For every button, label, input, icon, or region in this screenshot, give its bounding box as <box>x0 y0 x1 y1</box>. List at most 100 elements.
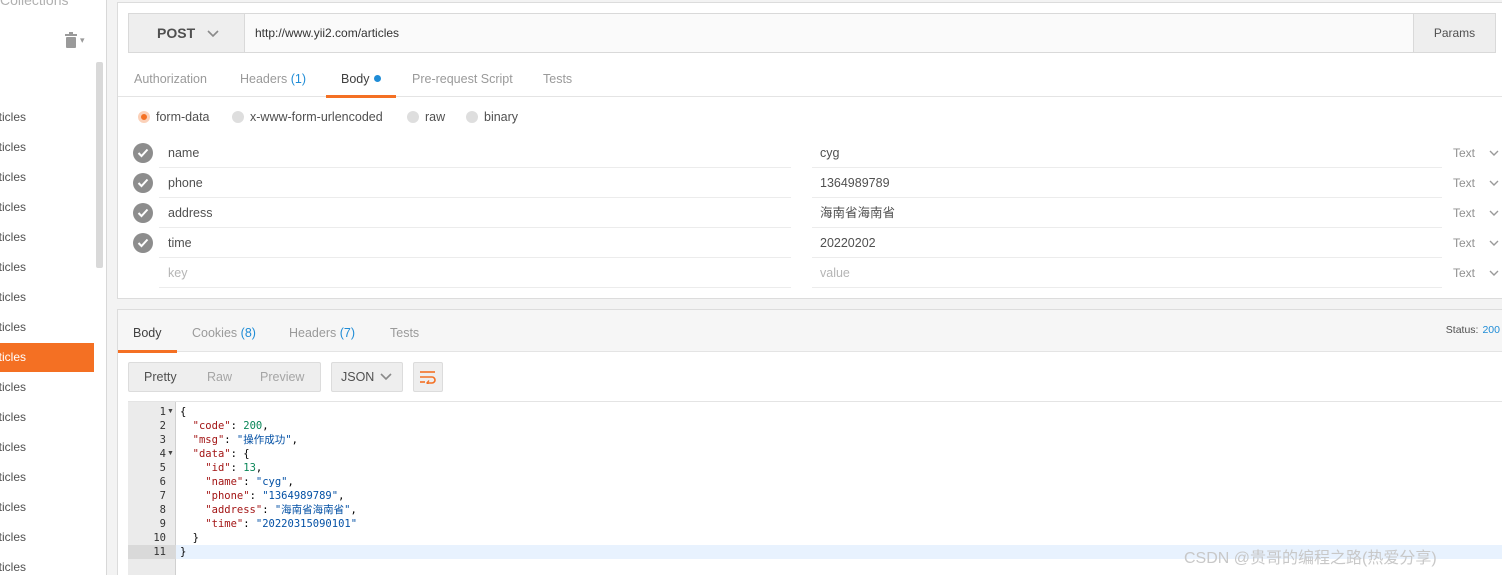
body-type-form-data[interactable]: form-data <box>138 107 210 127</box>
body-type-raw[interactable]: raw <box>407 107 445 127</box>
method-label: POST <box>157 25 196 41</box>
new-value-field[interactable]: value <box>812 258 1442 288</box>
code-line: "address": "海南省海南省", <box>205 504 357 516</box>
sidebar-item[interactable]: articles <box>0 433 94 462</box>
sidebar-item[interactable]: articles <box>0 283 94 312</box>
radio-icon <box>407 111 419 123</box>
chevron-down-icon <box>1489 206 1499 220</box>
sidebar-item-label: articles <box>0 380 27 394</box>
check-icon <box>137 208 149 218</box>
tab-headers[interactable]: Headers (1) <box>240 61 306 97</box>
value-type-select[interactable]: Text <box>1453 258 1499 288</box>
response-tab-cookies[interactable]: Cookies (8) <box>192 310 256 352</box>
sidebar-item[interactable]: articles <box>0 403 94 432</box>
method-select[interactable]: POST <box>129 14 245 52</box>
row-enabled-checkbox[interactable] <box>133 233 153 253</box>
fold-arrow-icon[interactable]: ▼ <box>167 405 174 419</box>
value-type-select[interactable]: Text <box>1453 228 1499 258</box>
sidebar-item[interactable]: articles <box>0 253 94 282</box>
url-input[interactable] <box>245 14 1413 52</box>
value-field[interactable]: 20220202 <box>812 228 1442 258</box>
view-mode-pretty[interactable]: Pretty <box>144 363 177 391</box>
sidebar-item[interactable]: articles <box>0 133 94 162</box>
response-status: Status: 200 <box>1446 324 1500 336</box>
url-bar: POST Params <box>128 13 1496 53</box>
wrap-lines-button[interactable] <box>413 362 443 392</box>
chevron-down-icon: ▾ <box>80 34 85 45</box>
check-icon <box>137 238 149 248</box>
tab-count: (8) <box>240 326 256 340</box>
new-key-field[interactable]: key <box>159 258 791 288</box>
sidebar-item[interactable]: articles <box>0 373 94 402</box>
watermark: CSDN @贵哥的编程之路(热爱分享) <box>1184 550 1437 567</box>
line-number: 10 <box>153 532 166 544</box>
code-line: "code": 200, <box>192 420 269 432</box>
response-panel: Status: 200 Body Cookies (8) Headers (7) Tes… <box>117 309 1502 575</box>
view-mode-preview[interactable]: Preview <box>260 363 304 391</box>
response-tab-body[interactable]: Body <box>118 310 176 353</box>
sidebar-item-label: articles <box>0 200 27 214</box>
trash-icon <box>65 32 77 48</box>
key-field[interactable]: name <box>159 138 791 168</box>
form-data-row: address 海南省海南省 Text <box>118 198 1502 228</box>
value-field[interactable]: 1364989789 <box>812 168 1442 198</box>
response-tab-headers[interactable]: Headers (7) <box>289 310 355 352</box>
tab-count: (7) <box>339 326 356 340</box>
params-button[interactable]: Params <box>1413 14 1495 52</box>
value-field[interactable]: cyg <box>812 138 1442 168</box>
body-type-x-www-form-urlencoded[interactable]: x-www-form-urlencoded <box>232 107 383 127</box>
sidebar-item[interactable]: articles <box>0 493 94 522</box>
sidebar-item-label: articles <box>0 500 27 514</box>
key-field[interactable]: address <box>159 198 791 228</box>
tab-label: Cookies <box>192 326 238 340</box>
trash-button[interactable]: ▾ <box>64 30 94 50</box>
sidebar-item[interactable]: articles <box>0 553 94 575</box>
sidebar-item[interactable]: articles <box>0 523 94 552</box>
response-tab-tests[interactable]: Tests <box>390 310 419 352</box>
tab-body[interactable]: Body <box>326 61 395 98</box>
tab-pre-request-script[interactable]: Pre-request Script <box>412 61 513 97</box>
radio-label: x-www-form-urlencoded <box>250 110 383 124</box>
value-type-select[interactable]: Text <box>1453 138 1499 168</box>
tab-authorization[interactable]: Authorization <box>134 61 207 97</box>
main-panel: POST Params Authorization Headers (1) Body… <box>107 0 1502 575</box>
line-number: 9 <box>159 518 166 530</box>
tab-count: (1) <box>290 72 307 86</box>
key-field[interactable]: time <box>159 228 791 258</box>
format-select[interactable]: JSON <box>331 362 403 392</box>
view-mode-raw[interactable]: Raw <box>207 363 232 391</box>
sidebar-scrollbar[interactable] <box>96 62 103 268</box>
sidebar-item[interactable]: articles <box>0 313 94 342</box>
value-type-select[interactable]: Text <box>1453 168 1499 198</box>
row-enabled-checkbox[interactable] <box>133 143 153 163</box>
radio-icon <box>138 111 150 123</box>
sidebar-item[interactable]: articles <box>0 103 94 132</box>
code-line: { <box>180 406 187 418</box>
tab-label: Headers <box>240 72 288 86</box>
row-enabled-checkbox[interactable] <box>133 203 153 223</box>
value-field[interactable]: 海南省海南省 <box>812 198 1442 228</box>
tab-tests[interactable]: Tests <box>543 61 572 97</box>
sidebar-item[interactable]: articles <box>0 223 94 252</box>
value-type-select[interactable]: Text <box>1453 198 1499 228</box>
row-enabled-checkbox[interactable] <box>133 173 153 193</box>
sidebar-item[interactable]: articles <box>0 343 94 372</box>
check-icon <box>137 178 149 188</box>
sidebar-item-label: articles <box>0 560 27 574</box>
sidebar-item[interactable]: articles <box>0 163 94 192</box>
line-number: 1 <box>159 406 166 418</box>
collections-label: Collections <box>0 0 69 8</box>
line-number: 8 <box>159 504 166 516</box>
radio-label: binary <box>484 110 519 124</box>
sidebar-item-label: articles <box>0 110 27 124</box>
sidebar-item[interactable]: articles <box>0 463 94 492</box>
line-number: 11 <box>128 545 176 559</box>
fold-arrow-icon[interactable]: ▼ <box>167 447 174 461</box>
sidebar-item-label: articles <box>0 440 27 454</box>
sidebar-item[interactable]: articles <box>0 193 94 222</box>
chevron-down-icon <box>1489 266 1499 280</box>
key-field[interactable]: phone <box>159 168 791 198</box>
value-type-label: Text <box>1453 176 1476 190</box>
body-type-binary[interactable]: binary <box>466 107 518 127</box>
line-number-gutter: 1 ▼ 2 3 4 ▼ 5 6 7 8 9 10 11 <box>128 402 176 575</box>
